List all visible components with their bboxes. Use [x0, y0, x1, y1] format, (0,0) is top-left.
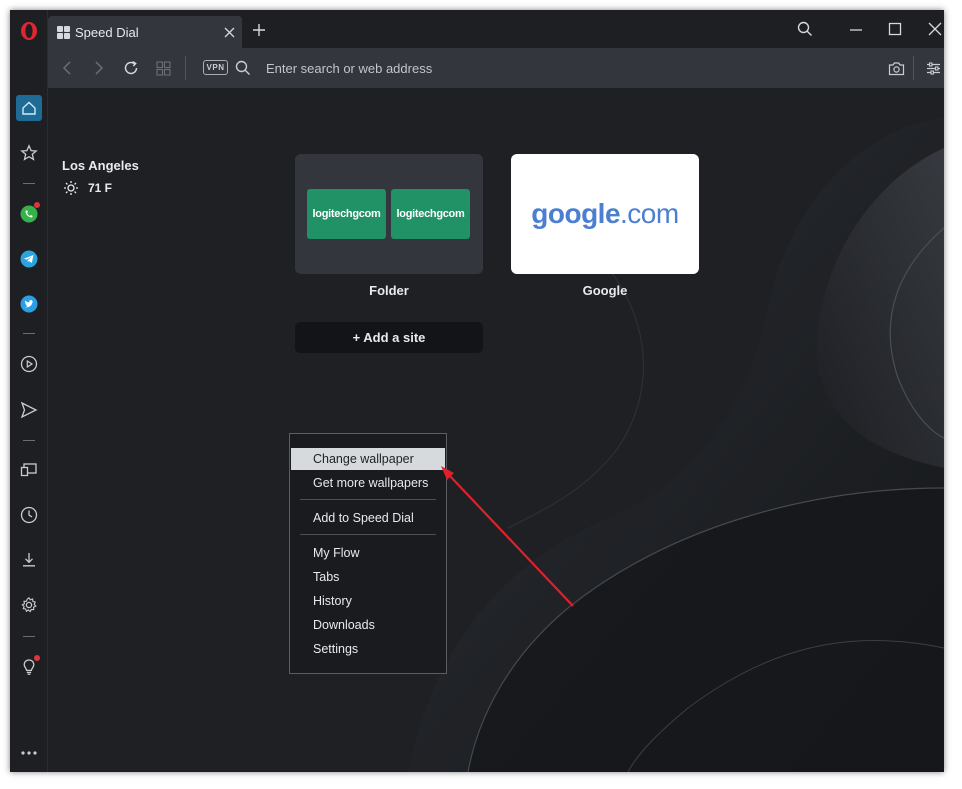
- tab-bar: Speed Dial: [48, 10, 944, 48]
- forward-icon[interactable]: [90, 59, 108, 77]
- home-icon[interactable]: [16, 95, 42, 121]
- address-input[interactable]: [266, 57, 866, 79]
- send-icon[interactable]: [16, 397, 42, 423]
- speed-dial-folder-tile[interactable]: logitechgcom logitechgcom: [295, 154, 483, 274]
- bookmarks-star-icon[interactable]: [16, 140, 42, 166]
- minimize-icon[interactable]: [844, 18, 868, 40]
- close-tab-icon[interactable]: [216, 27, 242, 38]
- google-tile-label: Google: [582, 283, 628, 298]
- speed-dial-page[interactable]: Los Angeles 71 F logitechgcom logitechgc…: [48, 88, 944, 772]
- speed-dial-google-tile[interactable]: google.com: [511, 154, 699, 274]
- tab-search-icon[interactable]: [793, 18, 817, 40]
- telegram-icon[interactable]: [16, 246, 42, 272]
- weather-city: Los Angeles: [62, 158, 139, 173]
- menu-item-get-more-wallpapers[interactable]: Get more wallpapers: [291, 472, 445, 494]
- maximize-icon[interactable]: [883, 18, 907, 40]
- whatsapp-icon[interactable]: [16, 201, 42, 227]
- sun-icon: [64, 181, 78, 195]
- sidebar: [10, 10, 48, 772]
- sidebar-separator: [23, 183, 35, 184]
- lightbulb-icon[interactable]: [16, 654, 42, 680]
- menu-item-add-to-speed-dial[interactable]: Add to Speed Dial: [291, 507, 445, 529]
- folder-thumbnail: logitechgcom: [391, 189, 470, 239]
- search-icon: [234, 59, 252, 77]
- menu-item-my-flow[interactable]: My Flow: [291, 542, 445, 564]
- speed-dial-grid-icon: [57, 25, 70, 39]
- tabs-icon[interactable]: [16, 457, 42, 483]
- menu-item-settings[interactable]: Settings: [291, 638, 445, 660]
- menu-separator: [300, 534, 436, 535]
- folder-thumbnail: logitechgcom: [307, 189, 386, 239]
- close-window-icon[interactable]: [923, 18, 944, 40]
- wallpaper-waves: [408, 118, 944, 772]
- player-icon[interactable]: [16, 351, 42, 377]
- opera-logo-icon[interactable]: [16, 18, 42, 44]
- sidebar-separator: [23, 333, 35, 334]
- easy-setup-sliders-icon[interactable]: [924, 59, 942, 77]
- browser-window: Speed Dial VPN Enter search or web addre…: [10, 10, 944, 772]
- weather-widget: 71 F: [63, 180, 112, 196]
- add-site-button[interactable]: + Add a site: [295, 322, 483, 353]
- menu-separator: [300, 499, 436, 500]
- snapshot-camera-icon[interactable]: [887, 59, 905, 77]
- tab-speed-dial[interactable]: Speed Dial: [48, 16, 242, 48]
- folder-tile-label: Folder: [369, 283, 409, 298]
- menu-item-tabs[interactable]: Tabs: [291, 566, 445, 588]
- menu-item-history[interactable]: History: [291, 590, 445, 612]
- twitter-icon[interactable]: [16, 291, 42, 317]
- vpn-badge[interactable]: VPN: [203, 60, 228, 75]
- address-bar: VPN: [48, 48, 944, 88]
- weather-temperature: 71 F: [88, 181, 113, 195]
- google-logo: google.com: [531, 198, 679, 229]
- sidebar-separator: [23, 440, 35, 441]
- speed-dial-grid-icon[interactable]: [154, 59, 172, 77]
- address-bar-separator: [913, 56, 914, 80]
- menu-item-change-wallpaper[interactable]: Change wallpaper: [291, 448, 445, 470]
- menu-item-downloads[interactable]: Downloads: [291, 614, 445, 636]
- more-ellipsis-icon[interactable]: [16, 740, 42, 766]
- context-menu: Change wallpaper Get more wallpapers Add…: [289, 433, 447, 674]
- address-bar-separator: [185, 56, 186, 80]
- reload-icon[interactable]: [122, 59, 140, 77]
- tab-title: Speed Dial: [75, 24, 139, 40]
- settings-gear-icon[interactable]: [16, 592, 42, 618]
- history-clock-icon[interactable]: [16, 502, 42, 528]
- new-tab-plus-icon[interactable]: [251, 22, 267, 38]
- back-icon[interactable]: [58, 59, 76, 77]
- sidebar-separator: [23, 636, 35, 637]
- downloads-icon[interactable]: [16, 547, 42, 573]
